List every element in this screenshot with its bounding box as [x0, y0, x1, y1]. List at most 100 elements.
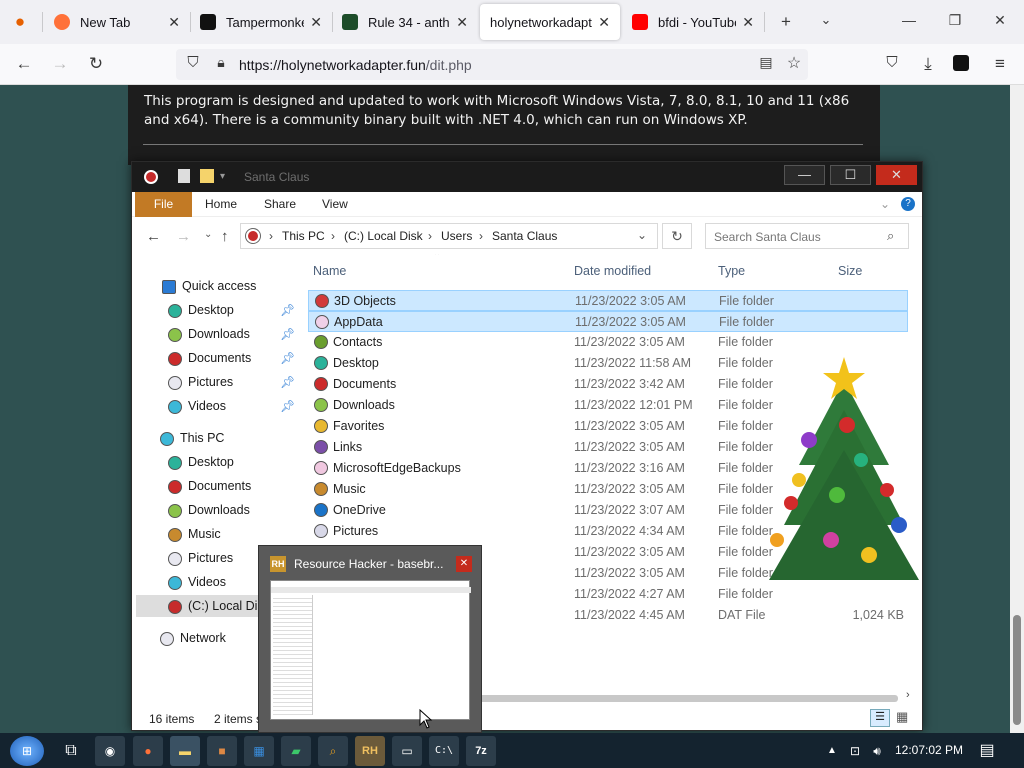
chevron-down-icon[interactable]: ⌄ [637, 228, 647, 242]
tab-youtube[interactable]: bfdi - YouTube ✕ [622, 0, 764, 44]
column-type[interactable]: Type [718, 264, 745, 278]
task-view-icon[interactable]: ⧉ [56, 736, 86, 766]
file-explorer-icon[interactable]: ▬ [170, 736, 200, 766]
chevron-down-icon[interactable]: ▾ [220, 171, 225, 182]
chevron-down-icon[interactable]: ⌄ [880, 197, 890, 211]
breadcrumb-local-disk[interactable]: (C:) Local Disk [344, 229, 423, 243]
nav-qa-downloads[interactable]: Downloads [168, 323, 250, 345]
close-icon[interactable]: ✕ [742, 14, 754, 31]
firefox-icon[interactable]: ● [9, 12, 31, 32]
reader-view-icon[interactable]: ▤ [755, 54, 777, 71]
url-bar[interactable]: ⛉ 🔒︎ https://holynetworkadapter.fun/dit.… [176, 49, 808, 80]
resource-hacker-thumbnail[interactable]: RH Resource Hacker - basebr... ✕ [258, 545, 482, 733]
menu-icon[interactable]: ≡ [989, 54, 1011, 74]
shield-icon[interactable]: ⛉ [182, 54, 204, 71]
column-date-modified[interactable]: Date modified [574, 264, 651, 278]
new-folder-icon[interactable] [200, 169, 214, 183]
notepad-icon[interactable]: ▰ [281, 736, 311, 766]
pin-icon[interactable]: 📌︎ [280, 327, 295, 341]
nav-this-pc[interactable]: This PC [160, 427, 224, 449]
explorer-titlebar[interactable]: ▾ Santa Claus — ☐ ✕ [132, 162, 922, 192]
up-arrow-icon[interactable]: ↑ [221, 228, 229, 245]
tab-new-tab[interactable]: New Tab ✕ [44, 0, 190, 44]
forward-arrow-icon[interactable]: → [49, 54, 71, 74]
resource-hacker-icon[interactable]: RH [355, 736, 385, 766]
refresh-button[interactable]: ↻ [662, 223, 692, 249]
scrollbar-thumb[interactable] [428, 695, 898, 702]
pocket-icon[interactable]: ⛉ [881, 54, 903, 71]
firefox-icon[interactable]: ● [133, 736, 163, 766]
tab-holynetworkadapter[interactable]: holynetworkadapter ✕ [480, 4, 620, 40]
close-window-button[interactable]: ✕ [989, 12, 1011, 29]
column-name[interactable]: Name [313, 264, 346, 278]
file-row[interactable]: 3D Objects 11/23/2022 3:05 AM File folder [308, 290, 908, 311]
app-icon[interactable]: ■ [207, 736, 237, 766]
chevron-right-icon[interactable]: › [906, 689, 910, 701]
nav-pc-pictures[interactable]: Pictures [168, 547, 233, 569]
close-icon[interactable]: ✕ [456, 14, 468, 31]
tab-tampermonkey[interactable]: Tampermonkey ✕ [190, 0, 332, 44]
list-tabs-button[interactable]: ⌄ [815, 12, 837, 28]
new-tab-button[interactable]: + [775, 12, 797, 32]
large-icons-view-icon[interactable]: ▦ [896, 709, 908, 725]
chevron-down-icon[interactable]: ⌄ [204, 229, 212, 240]
volume-icon[interactable]: 🔊︎ [862, 736, 892, 766]
pin-icon[interactable]: 📌︎ [280, 351, 295, 365]
breadcrumb-users[interactable]: Users [441, 229, 472, 243]
breadcrumb-santa-claus[interactable]: Santa Claus [492, 229, 557, 243]
nav-pc-downloads[interactable]: Downloads [168, 499, 250, 521]
details-view-icon[interactable]: ☰ [870, 709, 890, 727]
tab-share[interactable]: Share [252, 192, 308, 217]
column-size[interactable]: Size [838, 264, 862, 278]
pin-icon[interactable]: 📌︎ [280, 399, 295, 413]
reload-icon[interactable]: ↻ [85, 54, 107, 74]
nav-pc-documents[interactable]: Documents [168, 475, 251, 497]
command-prompt-icon[interactable]: C:\ [429, 736, 459, 766]
close-icon[interactable]: ✕ [168, 14, 180, 31]
nav-pc-videos[interactable]: Videos [168, 571, 226, 593]
forward-arrow-icon[interactable]: → [176, 228, 191, 245]
tab-view[interactable]: View [310, 192, 360, 217]
help-icon[interactable]: ? [901, 197, 915, 211]
search-icon[interactable]: ⌕ [887, 228, 894, 244]
chrome-icon[interactable]: ◉ [95, 736, 125, 766]
pin-icon[interactable]: 📌︎ [280, 303, 295, 317]
pin-icon[interactable]: 📌︎ [280, 375, 295, 389]
window-app-icon[interactable]: ▭ [392, 736, 422, 766]
back-arrow-icon[interactable]: ← [146, 228, 161, 245]
tab-home[interactable]: Home [193, 192, 249, 217]
nav-qa-pictures[interactable]: Pictures [168, 371, 233, 393]
close-icon[interactable]: ✕ [598, 14, 610, 31]
breadcrumb-this-pc[interactable]: This PC [282, 229, 325, 243]
nav-pc-desktop[interactable]: Desktop [168, 451, 234, 473]
tab-rule34[interactable]: Rule 34 - anthro ✕ [332, 0, 478, 44]
7zip-icon[interactable]: 7z [466, 736, 496, 766]
address-bar[interactable]: › This PC › (C:) Local Disk › Users › Sa… [240, 223, 658, 249]
maximize-button[interactable]: ☐ [830, 165, 871, 185]
close-button[interactable]: ✕ [876, 165, 917, 185]
nav-qa-documents[interactable]: Documents [168, 347, 251, 369]
tampermonkey-icon[interactable] [953, 55, 969, 71]
search-box[interactable]: Search Santa Claus ⌕ [705, 223, 909, 249]
lock-icon[interactable]: 🔒︎ [210, 54, 232, 71]
notifications-icon[interactable]: ▤ [972, 736, 1002, 766]
search-app-icon[interactable]: ⌕ [318, 736, 348, 766]
nav-network[interactable]: Network [160, 627, 226, 649]
system-clock[interactable]: 12:07:02 PM [895, 743, 963, 757]
back-arrow-icon[interactable]: ← [13, 54, 35, 74]
scrollbar-thumb[interactable] [1013, 615, 1021, 725]
minimize-button[interactable]: — [784, 165, 825, 185]
nav-quick-access[interactable]: Quick access [162, 275, 256, 297]
start-button[interactable]: ⊞ [10, 736, 44, 766]
properties-icon[interactable] [178, 169, 190, 183]
tab-file[interactable]: File [135, 192, 192, 217]
search-input[interactable]: Search Santa Claus [714, 230, 821, 244]
download-icon[interactable]: ⤓ [917, 54, 939, 74]
nav-qa-videos[interactable]: Videos [168, 395, 226, 417]
close-icon[interactable]: ✕ [310, 14, 322, 31]
bookmark-star-icon[interactable]: ☆ [783, 53, 805, 73]
close-icon[interactable]: ✕ [456, 556, 472, 572]
nav-qa-desktop[interactable]: Desktop [168, 299, 234, 321]
restore-button[interactable]: ❐ [944, 12, 966, 29]
file-row[interactable]: Contacts 11/23/2022 3:05 AM File folder [308, 332, 908, 353]
